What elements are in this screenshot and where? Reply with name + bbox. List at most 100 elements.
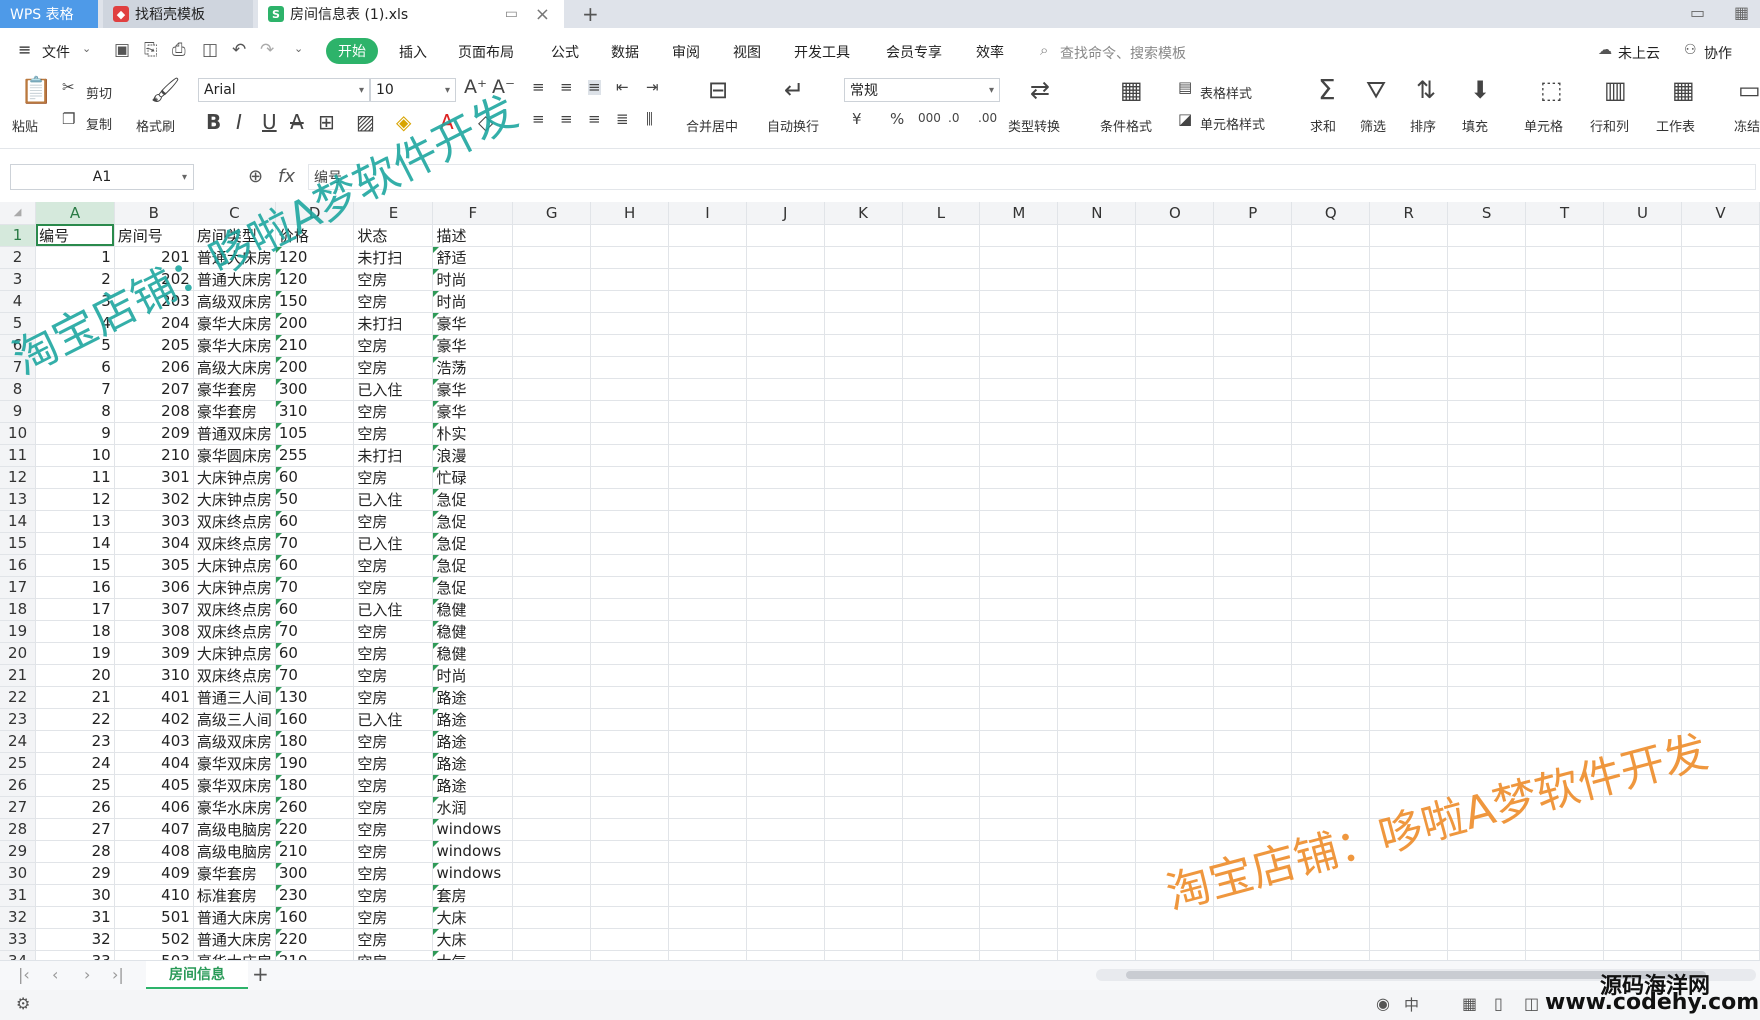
empty-cell[interactable] [1369,334,1449,357]
data-cell[interactable]: 206 [114,356,194,379]
empty-cell[interactable] [1525,818,1604,841]
row-header[interactable]: 10 [0,422,37,445]
distribute-icon[interactable]: ⫼ [646,112,653,127]
empty-cell[interactable] [824,400,903,423]
first-sheet-icon[interactable]: |‹ [18,965,30,984]
empty-cell[interactable] [1291,598,1371,621]
empty-cell[interactable] [512,708,592,731]
hamburger-icon[interactable]: ≡ [18,40,31,59]
empty-cell[interactable] [1525,840,1604,863]
data-cell[interactable]: 空房 [353,268,434,291]
empty-cell[interactable] [1369,554,1449,577]
bold-icon[interactable]: B [206,112,221,132]
decrease-font-icon[interactable]: A⁻ [492,78,515,97]
data-cell[interactable]: 7 [35,378,115,401]
empty-cell[interactable] [590,488,670,511]
row-header[interactable]: 1 [0,224,37,247]
empty-cell[interactable] [1213,818,1293,841]
empty-cell[interactable] [824,246,903,269]
empty-cell[interactable] [590,466,670,489]
empty-cell[interactable] [590,774,670,797]
data-cell[interactable]: 大床钟点房 [193,642,276,665]
empty-cell[interactable] [668,840,747,863]
empty-cell[interactable] [1369,708,1449,731]
empty-cell[interactable] [1135,246,1215,269]
data-cell[interactable]: 28 [35,840,115,863]
empty-cell[interactable] [1291,488,1371,511]
empty-cell[interactable] [1603,708,1682,731]
empty-cell[interactable] [1057,356,1137,379]
row-header[interactable]: 24 [0,730,37,753]
sheet-tab-active[interactable]: 房间信息 [146,961,248,989]
data-cell[interactable]: 空房 [353,290,434,313]
empty-cell[interactable] [1603,818,1682,841]
data-cell[interactable]: 501 [114,906,194,929]
empty-cell[interactable] [1369,818,1449,841]
data-cell[interactable]: 空房 [353,664,434,687]
empty-cell[interactable] [902,554,981,577]
empty-cell[interactable] [1057,400,1137,423]
empty-cell[interactable] [902,642,981,665]
row-header[interactable]: 7 [0,356,37,379]
wrap-text-button[interactable]: 自动换行 [767,116,819,135]
empty-cell[interactable] [1057,818,1137,841]
data-cell[interactable]: 空房 [353,906,434,929]
data-cell[interactable]: 豪华套房 [193,400,276,423]
align-bottom-icon[interactable]: ≡ [588,80,601,95]
data-cell[interactable]: 高级三人间 [193,708,276,731]
empty-cell[interactable] [902,708,981,731]
empty-cell[interactable] [590,356,670,379]
cell-style-button[interactable]: 单元格样式 [1200,114,1265,133]
empty-cell[interactable] [1291,884,1371,907]
empty-cell[interactable] [1603,796,1682,819]
empty-cell[interactable] [902,796,981,819]
empty-cell[interactable] [512,620,592,643]
empty-cell[interactable] [1369,598,1449,621]
empty-cell[interactable] [1369,928,1449,951]
empty-cell[interactable] [1681,862,1760,885]
empty-cell[interactable] [902,906,981,929]
column-header-J[interactable]: J [746,202,825,225]
indent-increase-icon[interactable]: ⇥ [646,80,659,95]
empty-cell[interactable] [1525,906,1604,929]
tab-review[interactable]: 审阅 [672,42,700,62]
empty-cell[interactable] [668,708,747,731]
type-convert-button[interactable]: 类型转换 [1008,116,1060,135]
screen-icon[interactable]: ▭ [505,6,518,22]
empty-cell[interactable] [668,554,747,577]
close-tab-icon[interactable]: × [535,4,550,25]
empty-cell[interactable] [824,466,903,489]
column-header-P[interactable]: P [1213,202,1293,225]
paste-button[interactable]: 粘贴 [12,116,38,135]
data-cell[interactable]: 空房 [353,928,434,951]
empty-cell[interactable] [668,378,747,401]
empty-cell[interactable] [1291,400,1371,423]
data-cell[interactable]: 60 [275,642,355,665]
data-cell[interactable]: 大床 [432,928,514,951]
empty-cell[interactable] [1291,290,1371,313]
empty-cell[interactable] [512,422,592,445]
empty-cell[interactable] [1135,510,1215,533]
empty-cell[interactable] [1057,224,1137,247]
data-cell[interactable]: 空房 [353,422,434,445]
data-cell[interactable]: 舒适 [432,246,514,269]
empty-cell[interactable] [1447,862,1527,885]
data-cell[interactable]: 21 [35,686,115,709]
empty-cell[interactable] [1447,884,1527,907]
italic-icon[interactable]: I [236,112,242,132]
empty-cell[interactable] [668,884,747,907]
empty-cell[interactable] [1525,796,1604,819]
empty-cell[interactable] [902,928,981,951]
empty-cell[interactable] [590,576,670,599]
empty-cell[interactable] [1681,312,1760,335]
empty-cell[interactable] [1135,378,1215,401]
empty-cell[interactable] [590,268,670,291]
empty-cell[interactable] [824,576,903,599]
empty-cell[interactable] [824,356,903,379]
data-cell[interactable]: 230 [275,884,355,907]
column-header-F[interactable]: F [432,202,514,225]
empty-cell[interactable] [1603,400,1682,423]
empty-cell[interactable] [902,290,981,313]
empty-cell[interactable] [1447,774,1527,797]
empty-cell[interactable] [746,400,825,423]
